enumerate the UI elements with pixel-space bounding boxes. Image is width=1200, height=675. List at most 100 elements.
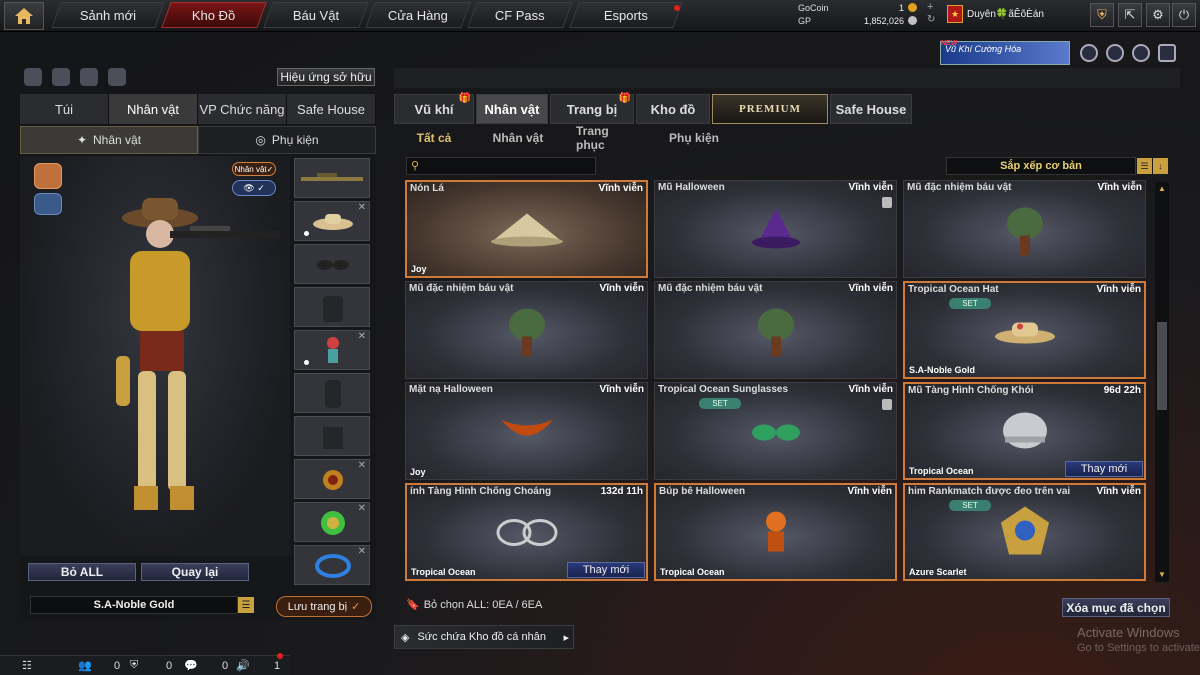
slot-body[interactable] bbox=[294, 373, 370, 413]
slot-hat[interactable]: ✕ bbox=[294, 201, 370, 241]
set-name-field[interactable]: S.A-Noble Gold bbox=[30, 596, 238, 614]
tab-character[interactable]: Nhân vật bbox=[476, 94, 548, 124]
subtab-accessory[interactable]: Phụ kiện bbox=[654, 126, 734, 150]
item-card[interactable]: Mũ Halloween Vĩnh viễn bbox=[654, 180, 897, 278]
scroll-up-icon[interactable]: ▲ bbox=[1157, 184, 1167, 194]
event-icon-1[interactable] bbox=[1080, 44, 1098, 62]
inventory-scrollbar[interactable]: ▲ ▼ bbox=[1155, 182, 1169, 582]
tab-weapon[interactable]: Vũ khí 🎁 bbox=[394, 93, 474, 124]
nav-tab-kho-do[interactable]: Kho Đồ bbox=[161, 2, 267, 28]
character-badge-icon[interactable] bbox=[34, 163, 62, 189]
slot-badge[interactable]: ✕ bbox=[294, 459, 370, 499]
nav-tab-esports[interactable]: Esports bbox=[569, 2, 683, 28]
player-info[interactable]: ★ Duyên🍀ãÊõÈán bbox=[947, 5, 1044, 23]
hand-icon[interactable] bbox=[108, 68, 126, 86]
remove-all-button[interactable]: Bỏ ALL bbox=[28, 563, 136, 581]
left-tab-nhan-vat[interactable]: Nhân vật bbox=[109, 94, 198, 124]
tab-equipment[interactable]: Trang bị 🎁 bbox=[550, 93, 634, 124]
chat-icon[interactable]: 💬 bbox=[184, 659, 198, 672]
search-icon: ⚲ bbox=[411, 160, 420, 172]
slot-weapon[interactable] bbox=[294, 158, 370, 198]
sort-order-button[interactable]: ↓ bbox=[1153, 158, 1168, 174]
back-button[interactable]: Quay lại bbox=[141, 563, 249, 581]
character-preview[interactable] bbox=[20, 156, 290, 556]
subtab-character[interactable]: ✦ Nhân vật bbox=[20, 126, 198, 154]
exit-room-button[interactable]: ⇱ bbox=[1118, 3, 1142, 27]
remove-icon[interactable]: ✕ bbox=[358, 546, 366, 557]
tab-storage[interactable]: Kho đồ bbox=[636, 94, 710, 124]
nav-tab-sanh-moi[interactable]: Sảnh mới bbox=[51, 2, 165, 28]
trash-icon[interactable] bbox=[882, 197, 892, 208]
deselect-all[interactable]: 🔖 Bỏ chọn ALL: 0EA / 6EA bbox=[406, 598, 542, 612]
scroll-down-icon[interactable]: ▼ bbox=[1157, 570, 1167, 580]
item-duration: Vĩnh viễn bbox=[847, 486, 892, 497]
left-tab-vp-chuc-nang[interactable]: VP Chức năng bbox=[198, 94, 287, 124]
home-button[interactable] bbox=[4, 2, 44, 30]
settings-button[interactable]: ⚙ bbox=[1146, 3, 1170, 27]
tab-safe-house[interactable]: Safe House bbox=[830, 94, 912, 124]
set-menu-button[interactable]: ☰ bbox=[238, 597, 254, 613]
party-counter[interactable]: 👥 bbox=[78, 659, 92, 672]
volume-icon[interactable]: 🔊 bbox=[236, 659, 250, 672]
mask-badge-icon[interactable] bbox=[34, 193, 62, 215]
remove-icon[interactable]: ✕ bbox=[358, 202, 366, 213]
remove-icon[interactable]: ✕ bbox=[358, 460, 366, 471]
item-card[interactable]: Búp bê Halloween Vĩnh viễn Tropical Ocean bbox=[654, 483, 897, 581]
slot-ring[interactable]: ✕ bbox=[294, 545, 370, 585]
left-tab-tui[interactable]: Túi bbox=[20, 94, 109, 124]
slot-skull[interactable]: ✕ bbox=[294, 502, 370, 542]
clan-icon[interactable]: ⛨ bbox=[130, 659, 138, 672]
item-card[interactable]: Mũ đặc nhiệm báu vật Vĩnh viễn bbox=[903, 180, 1146, 278]
item-card[interactable]: Tropical Ocean Sunglasses Vĩnh viễn SET bbox=[654, 382, 897, 480]
nav-tab-cf-pass[interactable]: CF Pass bbox=[467, 2, 573, 28]
ownership-effect-button[interactable]: Hiệu ứng sở hữu bbox=[277, 68, 375, 86]
trash-icon[interactable] bbox=[882, 399, 892, 410]
save-equipment-button[interactable]: Lưu trang bị ✓ bbox=[276, 596, 372, 617]
refresh-icon[interactable]: ↻ bbox=[927, 14, 935, 25]
event-icon-3[interactable] bbox=[1132, 44, 1150, 62]
event-icon-4[interactable] bbox=[1158, 44, 1176, 62]
event-icon-2[interactable] bbox=[1106, 44, 1124, 62]
player-name: Duyên🍀ãÊõÈán bbox=[967, 8, 1044, 20]
search-input[interactable]: ⚲ bbox=[406, 157, 596, 175]
item-card[interactable]: Nón Lá Vĩnh viễn Joy bbox=[405, 180, 648, 278]
visibility-toggle[interactable]: 👁 ✓ bbox=[232, 180, 276, 196]
rotate-view-icon[interactable] bbox=[52, 68, 70, 86]
power-button[interactable]: ⏻ bbox=[1172, 3, 1196, 27]
subtab-characters[interactable]: Nhân vật bbox=[476, 126, 560, 150]
remove-icon[interactable]: ✕ bbox=[358, 331, 366, 342]
renew-button[interactable]: Thay mới bbox=[567, 562, 645, 578]
sort-menu-button[interactable]: ☰ bbox=[1137, 158, 1152, 174]
tab-premium[interactable]: PREMIUM bbox=[712, 94, 828, 124]
character-tag[interactable]: Nhân vật ✓ bbox=[232, 162, 276, 176]
subtab-all[interactable]: Tất cả bbox=[394, 126, 474, 150]
nav-tab-cua-hang[interactable]: Cửa Hàng bbox=[365, 2, 471, 28]
slot-pants[interactable] bbox=[294, 416, 370, 456]
storage-capacity-button[interactable]: ◈ Sức chứa Kho đồ cá nhân ▸ bbox=[394, 625, 574, 649]
item-card[interactable]: Mũ đặc nhiệm báu vật Vĩnh viễn bbox=[405, 281, 648, 379]
nav-tab-bau-vat[interactable]: Báu Vật bbox=[263, 2, 369, 28]
delete-selected-button[interactable]: Xóa mục đã chọn bbox=[1062, 598, 1170, 617]
add-coin-icon[interactable]: + bbox=[927, 1, 933, 13]
item-card[interactable]: ính Tàng Hình Chống Choáng 132d 11h Tropic… bbox=[405, 483, 648, 581]
remove-icon[interactable]: ✕ bbox=[358, 503, 366, 514]
slot-vest[interactable] bbox=[294, 287, 370, 327]
shield-button[interactable]: ⛨ bbox=[1090, 3, 1114, 27]
subtab-costume[interactable]: Trang phục bbox=[562, 124, 652, 152]
item-card[interactable]: Tropical Ocean Hat Vĩnh viễn SET S.A-Noble … bbox=[903, 281, 1146, 379]
stats-icon[interactable] bbox=[24, 68, 42, 86]
pose-icon[interactable] bbox=[80, 68, 98, 86]
scroll-thumb[interactable] bbox=[1157, 322, 1167, 410]
list-icon[interactable]: ☷ bbox=[22, 659, 32, 672]
item-card[interactable]: Mặt nạ Halloween Vĩnh viễn Joy bbox=[405, 382, 648, 480]
slot-glasses[interactable] bbox=[294, 244, 370, 284]
subtab-accessory[interactable]: ◎ Phụ kiện bbox=[198, 126, 376, 154]
item-card[interactable]: Mũ Tàng Hình Chống Khói 96d 22h Tropical O… bbox=[903, 382, 1146, 480]
renew-button[interactable]: Thay mới bbox=[1065, 461, 1143, 477]
event-banner[interactable]: Vũ Khí Cường Hóa bbox=[940, 41, 1070, 65]
sort-dropdown[interactable]: Sắp xếp cơ bản bbox=[946, 157, 1136, 175]
item-card[interactable]: him Rankmatch được đeo trên vai Vĩnh viễn… bbox=[903, 483, 1146, 581]
slot-doll[interactable]: ✕ bbox=[294, 330, 370, 370]
left-tab-safe-house[interactable]: Safe House bbox=[287, 94, 376, 124]
item-card[interactable]: Mũ đặc nhiệm báu vật Vĩnh viễn bbox=[654, 281, 897, 379]
